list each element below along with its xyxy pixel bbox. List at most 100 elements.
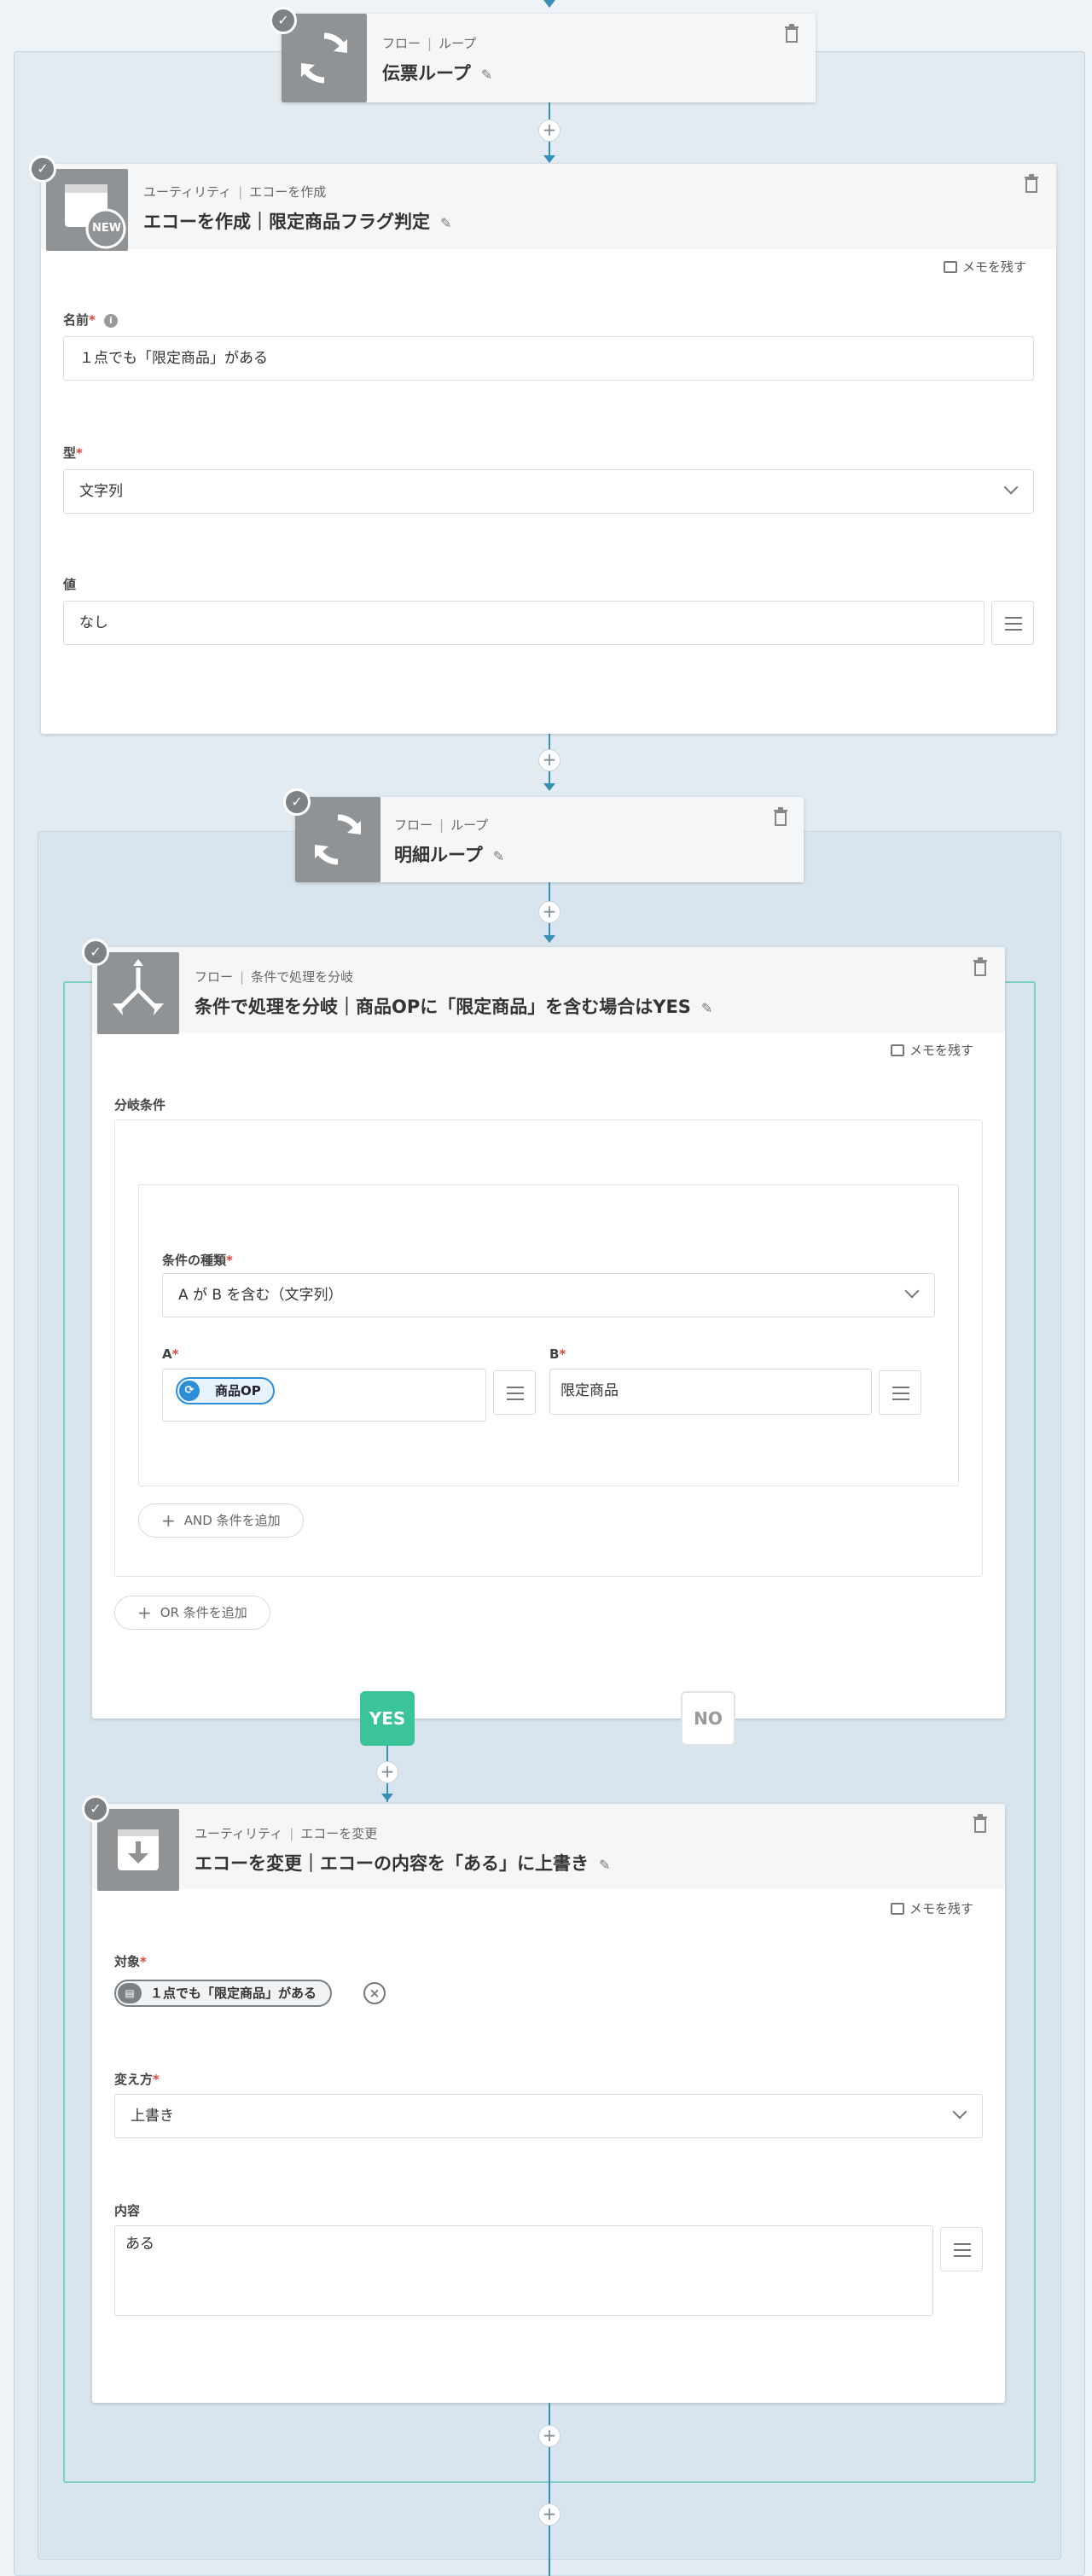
breadcrumb-type: エコーを作成 xyxy=(249,184,327,200)
card-title-text: 明細ループ xyxy=(394,845,483,865)
and-group-box xyxy=(138,1184,959,1486)
connector-line xyxy=(549,2560,550,2576)
add-step-button[interactable]: + xyxy=(376,1761,398,1783)
memo-icon xyxy=(891,1903,904,1915)
no-branch-dash xyxy=(694,1766,720,1768)
add-step-button[interactable]: + xyxy=(538,2503,561,2526)
card-title-text: 伝票ループ xyxy=(382,63,471,84)
chevron-down-icon xyxy=(952,2104,967,2120)
card-title[interactable]: エコーを作成｜限定商品フラグ判定 ✎ xyxy=(143,208,451,234)
name-label-text: 名前 xyxy=(63,312,90,328)
trash-icon[interactable] xyxy=(784,24,799,43)
target-label-text: 対象 xyxy=(114,1954,141,1969)
value-field[interactable]: なし xyxy=(63,601,985,645)
target-label: 対象* xyxy=(114,1954,147,1969)
a-value-pill[interactable]: ⟳ 商品OP xyxy=(176,1377,275,1404)
breadcrumb-type: ループ xyxy=(450,817,489,833)
pencil-icon[interactable]: ✎ xyxy=(493,848,504,864)
info-icon[interactable]: i xyxy=(103,314,118,328)
connector-arrow xyxy=(543,0,555,8)
card-breadcrumb: フロー | 条件で処理を分岐 xyxy=(195,969,354,985)
echo-create-card[interactable]: NEW ユーティリティ | エコーを作成 エコーを作成｜限定商品フラグ判定 ✎ メモを… xyxy=(41,164,1056,734)
new-badge: NEW xyxy=(92,222,122,235)
check-icon: ✓ xyxy=(82,939,109,966)
no-branch-tag[interactable]: NO xyxy=(681,1691,735,1746)
memo-label: メモを残す xyxy=(962,259,1027,275)
add-step-button[interactable]: + xyxy=(538,749,561,771)
loop-card-denpyo[interactable]: フロー | ループ 伝票ループ ✎ xyxy=(282,14,816,102)
pencil-icon[interactable]: ✎ xyxy=(440,215,451,231)
name-field[interactable]: １点でも「限定商品」がある xyxy=(63,336,1034,381)
memo-button[interactable]: メモを残す xyxy=(944,258,1026,276)
list-icon[interactable] xyxy=(879,1370,921,1415)
breadcrumb-category: フロー xyxy=(382,36,421,51)
card-title-text: エコーを作成｜限定商品フラグ判定 xyxy=(143,212,430,232)
pencil-icon[interactable]: ✎ xyxy=(599,1857,610,1873)
check-icon: ✓ xyxy=(82,1795,109,1823)
card-breadcrumb: ユーティリティ | エコーを変更 xyxy=(195,1826,378,1841)
variable-icon: ⟳ xyxy=(179,1381,200,1401)
memo-button[interactable]: メモを残す xyxy=(891,1899,973,1917)
card-title[interactable]: 伝票ループ ✎ xyxy=(382,60,492,85)
chevron-down-icon xyxy=(1003,480,1019,495)
content-label: 内容 xyxy=(114,2201,140,2219)
connector-arrow xyxy=(543,155,555,163)
check-icon: ✓ xyxy=(29,155,56,183)
memo-icon xyxy=(944,261,957,273)
no-branch-dash xyxy=(691,1758,723,1759)
breadcrumb-category: ユーティリティ xyxy=(195,1826,283,1841)
cond-type-label-text: 条件の種類 xyxy=(162,1253,227,1268)
trash-icon[interactable] xyxy=(773,807,788,826)
trash-icon[interactable] xyxy=(973,957,988,976)
b-label-text: B xyxy=(549,1346,560,1362)
a-value-text: 商品OP xyxy=(215,1383,261,1398)
card-title-text: エコーを変更｜エコーの内容を「ある」に上書き xyxy=(195,1853,589,1874)
memo-button[interactable]: メモを残す xyxy=(891,1041,973,1059)
card-title[interactable]: 条件で処理を分岐｜商品OPに「限定商品」を含む場合はYES ✎ xyxy=(195,993,712,1019)
card-title[interactable]: エコーを変更｜エコーの内容を「ある」に上書き ✎ xyxy=(195,1850,610,1875)
list-icon[interactable] xyxy=(493,1370,536,1415)
breadcrumb-type: ループ xyxy=(439,36,477,51)
cond-type-select[interactable]: A が B を含む（文字列） xyxy=(162,1273,935,1317)
yes-branch-tag[interactable]: YES xyxy=(360,1691,415,1746)
check-icon: ✓ xyxy=(270,7,297,34)
pencil-icon[interactable]: ✎ xyxy=(481,67,492,83)
echo-change-card[interactable]: ユーティリティ | エコーを変更 エコーを変更｜エコーの内容を「ある」に上書き ✎ メ… xyxy=(92,1804,1005,2403)
add-or-label: OR 条件を追加 xyxy=(160,1605,247,1620)
card-breadcrumb: フロー | ループ xyxy=(382,36,477,51)
type-label: 型* xyxy=(63,445,83,461)
add-or-condition-button[interactable]: + OR 条件を追加 xyxy=(114,1596,270,1630)
branch-card[interactable]: フロー | 条件で処理を分岐 条件で処理を分岐｜商品OPに「限定商品」を含む場合はY… xyxy=(92,947,1005,1718)
add-and-condition-button[interactable]: + AND 条件を追加 xyxy=(138,1503,304,1538)
breadcrumb-category: フロー xyxy=(195,969,234,985)
content-textarea[interactable]: ある xyxy=(114,2225,933,2316)
method-label-text: 変え方 xyxy=(114,2072,154,2087)
trash-icon[interactable] xyxy=(1024,174,1039,193)
add-step-button[interactable]: + xyxy=(538,2425,561,2447)
card-header xyxy=(41,164,1056,249)
pencil-icon[interactable]: ✎ xyxy=(701,1000,712,1016)
card-title[interactable]: 明細ループ ✎ xyxy=(394,841,504,867)
list-icon[interactable] xyxy=(940,2227,983,2271)
value-label: 値 xyxy=(63,575,76,593)
method-select-value: 上書き xyxy=(131,2108,174,2125)
method-select[interactable]: 上書き xyxy=(114,2094,983,2138)
trash-icon[interactable] xyxy=(973,1814,988,1833)
list-icon[interactable] xyxy=(991,601,1034,645)
echo-change-icon xyxy=(97,1809,179,1891)
add-step-button[interactable]: + xyxy=(538,119,561,142)
b-field[interactable]: 限定商品 xyxy=(549,1369,872,1415)
name-label: 名前* i xyxy=(63,311,118,329)
target-value-pill[interactable]: ▤ １点でも「限定商品」がある xyxy=(114,1980,333,2007)
a-label-text: A xyxy=(162,1346,172,1362)
memo-label: メモを残す xyxy=(909,1901,974,1916)
memo-icon xyxy=(891,1044,904,1056)
add-and-label: AND 条件を追加 xyxy=(183,1513,281,1528)
loop-card-meisai[interactable]: フロー | ループ 明細ループ ✎ xyxy=(295,797,804,882)
add-step-button[interactable]: + xyxy=(538,901,561,923)
type-select-value: 文字列 xyxy=(79,483,123,500)
connector-arrow xyxy=(543,935,555,943)
card-breadcrumb: ユーティリティ | エコーを作成 xyxy=(143,184,327,200)
type-select[interactable]: 文字列 xyxy=(63,469,1034,514)
clear-target-icon[interactable]: × xyxy=(363,1982,386,2004)
